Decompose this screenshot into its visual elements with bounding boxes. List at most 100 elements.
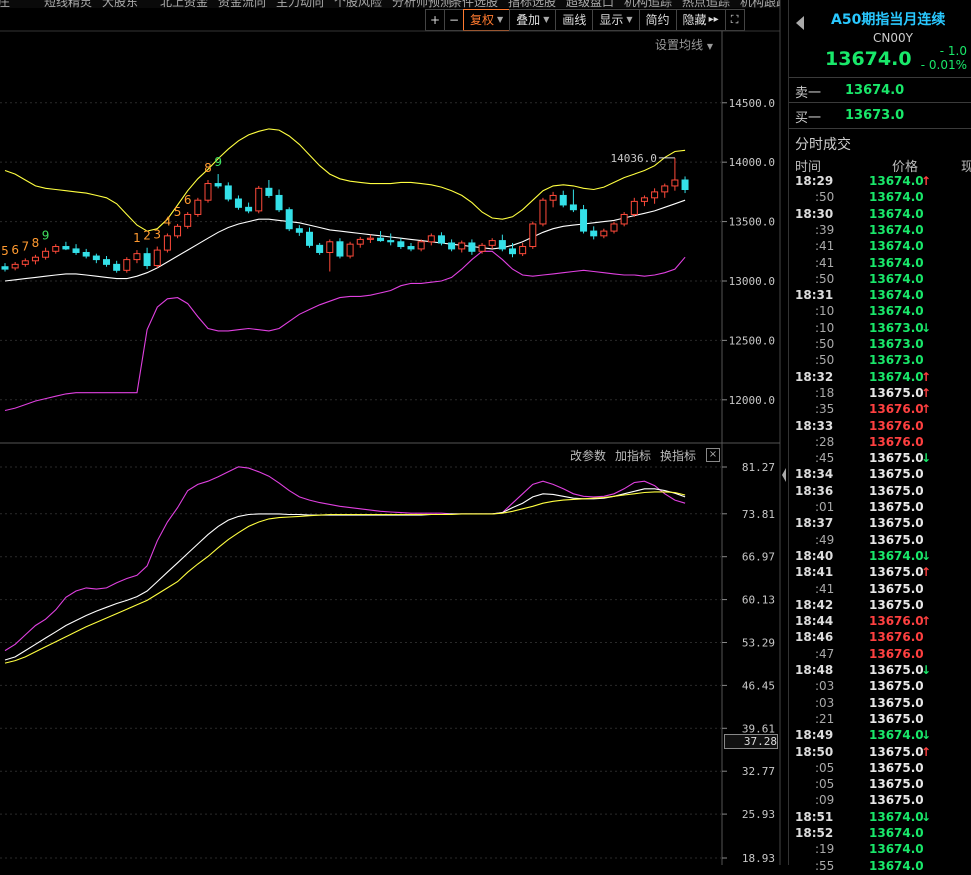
tick-time: :18	[815, 385, 835, 400]
tick-price: 13675.0	[869, 581, 924, 596]
tick-time: :05	[815, 760, 835, 775]
change-value: - 1.0	[939, 44, 967, 58]
candle-body	[295, 228, 303, 233]
y-tick-label: 18.93	[742, 852, 775, 865]
col-time: 时间	[795, 160, 822, 175]
tick-row: :50 13673.0	[789, 353, 971, 369]
tick-time: :41	[815, 239, 835, 254]
candle-body	[285, 209, 293, 230]
y-tick-label: 12000.0	[729, 394, 775, 407]
candle-body	[103, 259, 110, 265]
tick-price: 13675.0	[869, 744, 924, 759]
tick-row: :50 13674.0	[789, 272, 971, 288]
ask-price: 13674.0	[845, 83, 905, 98]
candle-body	[1, 266, 9, 270]
candle-body	[184, 213, 192, 227]
y-tick-label: 25.93	[742, 808, 775, 821]
tick-row: :10 13673.0 ↓	[789, 321, 971, 337]
tick-price: 13676.0	[869, 418, 924, 433]
indicator-tools: 改参数 加指标 换指标	[570, 447, 696, 464]
sequence-label: 9	[42, 229, 50, 243]
tick-price: 13675.0	[869, 385, 924, 400]
tick-time: :47	[815, 646, 835, 661]
tick-price: 13674.0	[869, 222, 924, 237]
y-tick-label: 13500.0	[729, 216, 775, 229]
tick-row: 18:41 13675.0 ↑	[789, 565, 971, 581]
high-marker-label: 14036.0	[611, 152, 657, 165]
y-tick-label: 14000.0	[729, 156, 775, 169]
candle-body	[580, 209, 588, 232]
panel-collapse-handle[interactable]	[780, 460, 788, 490]
candle-body	[21, 260, 29, 265]
tick-price: 13675.0	[869, 663, 924, 677]
close-icon[interactable]: ×	[706, 448, 720, 462]
arrow-up-icon: ↑	[921, 744, 932, 759]
add-indicator-button[interactable]: 加指标	[615, 447, 651, 464]
tick-time: :41	[815, 581, 835, 596]
tick-time: :21	[815, 711, 835, 726]
arrow-down-icon: ↓	[921, 809, 932, 824]
tick-row: :41 13674.0	[789, 239, 971, 255]
candle-body	[245, 206, 253, 212]
tick-time: 18:40	[795, 548, 834, 563]
prev-instrument-icon[interactable]	[796, 16, 804, 30]
tick-time: :49	[815, 532, 835, 547]
candle-body	[72, 248, 80, 253]
sequence-label: 4	[164, 214, 172, 228]
price-change: - 1.0 - 0.01%	[919, 44, 967, 72]
sequence-label: 8	[204, 161, 212, 175]
candle-body	[153, 249, 161, 267]
tick-row: :50 13673.0	[789, 337, 971, 353]
quote-panel: A50期指当月连续 CN00Y 13674.0 - 1.0 - 0.01% 卖一…	[788, 0, 971, 873]
ma-settings[interactable]: 设置均线 ▼	[655, 36, 713, 53]
candle-body	[651, 191, 659, 199]
candle-body	[163, 235, 171, 251]
tick-row: :18 13675.0 ↑	[789, 386, 971, 402]
tick-price: 13675.0	[869, 516, 924, 531]
sequence-label: 6	[184, 193, 192, 207]
sequence-label: 5	[1, 244, 9, 258]
sequence-label: 8	[32, 236, 40, 250]
candle-body	[509, 248, 516, 255]
candle-body	[346, 243, 354, 257]
tick-price: 13675.0	[869, 679, 924, 694]
instrument-code: CN00Y	[873, 31, 913, 45]
candle-body	[539, 199, 547, 225]
tick-time: :19	[815, 842, 835, 857]
tick-time: :28	[815, 434, 835, 449]
tick-price: 13674.0	[869, 842, 924, 857]
tick-time: 18:48	[795, 663, 834, 677]
col-price: 价格	[892, 160, 919, 175]
candle-body	[661, 185, 669, 193]
candle-body	[640, 197, 648, 202]
tick-row: :39 13674.0	[789, 223, 971, 239]
candle-body	[448, 242, 456, 250]
tick-time: 18:42	[795, 597, 834, 612]
tick-row: :19 13674.0	[789, 842, 971, 858]
candle-body	[265, 187, 273, 196]
change-params-button[interactable]: 改参数	[570, 447, 606, 464]
candle-body	[498, 240, 506, 250]
tick-price: 13675.0	[869, 597, 924, 612]
tick-row: :03 13675.0	[789, 679, 971, 695]
tick-row: :47 13676.0	[789, 647, 971, 663]
candle-body	[52, 246, 60, 252]
tick-row: 18:36 13675.0	[789, 484, 971, 500]
tick-row: 18:30 13674.0	[789, 207, 971, 223]
tick-row: :50 13674.0	[789, 190, 971, 206]
tick-price: 13675.0	[869, 500, 924, 514]
candle-body	[559, 194, 567, 206]
tick-row: 18:29 13674.0 ↑	[789, 174, 971, 190]
tick-price: 13675.0	[869, 695, 924, 710]
candle-body	[356, 238, 364, 245]
arrow-up-icon: ↑	[921, 369, 932, 384]
tick-price: 13676.0	[869, 402, 924, 417]
sequence-label: 9	[214, 155, 222, 169]
bid-price: 13673.0	[845, 108, 905, 123]
tick-row: :45 13675.0 ↓	[789, 451, 971, 467]
candle-body	[671, 179, 679, 187]
switch-indicator-button[interactable]: 换指标	[660, 447, 696, 464]
candle-body	[681, 179, 689, 191]
kline-chart[interactable]: 14500.0 14000.0 13500.0 13000.0 12500.0 12000…	[0, 0, 788, 865]
arrow-up-icon: ↑	[921, 385, 932, 400]
